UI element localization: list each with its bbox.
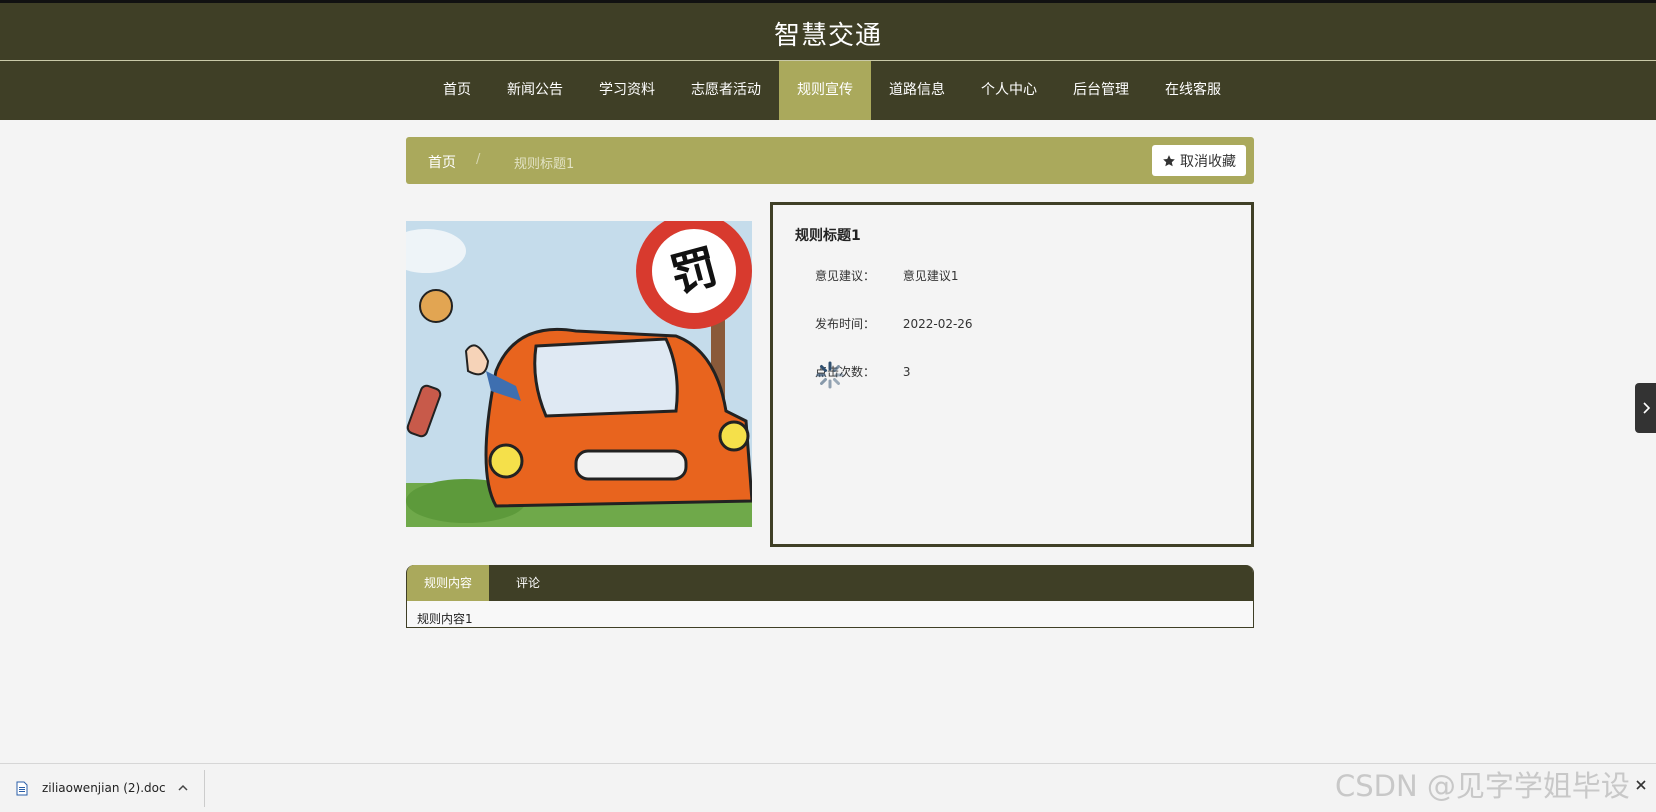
nav-item-news[interactable]: 新闻公告	[489, 61, 581, 120]
nav-item-study-materials[interactable]: 学习资料	[581, 61, 673, 120]
detail-info-panel: 规则标题1 意见建议： 意见建议1 发布时间： 2022-02-26 点击次数：…	[770, 202, 1254, 547]
nav-item-admin[interactable]: 后台管理	[1055, 61, 1147, 120]
content-tabs: 规则内容 评论 规则内容1	[406, 565, 1254, 628]
traffic-fine-cartoon: 罚	[406, 221, 752, 527]
loading-spinner-icon	[816, 361, 844, 389]
info-value: 2022-02-26	[902, 317, 973, 331]
star-icon	[1163, 154, 1175, 166]
breadcrumb-home-link[interactable]: 首页	[428, 152, 456, 172]
main-navbar: 首页 新闻公告 学习资料 志愿者活动 规则宣传 道路信息 个人中心 后台管理 在…	[0, 61, 1656, 120]
site-header: 智慧交通	[0, 0, 1656, 60]
info-row-publish-time: 发布时间： 2022-02-26	[815, 315, 973, 332]
doc-file-icon	[16, 781, 28, 796]
side-panel-toggle[interactable]	[1635, 383, 1656, 433]
tab-content-text: 规则内容1	[417, 612, 473, 626]
info-label: 意见建议：	[815, 269, 876, 283]
tab-comments[interactable]: 评论	[489, 565, 567, 601]
rule-illustration: 罚	[406, 221, 752, 527]
nav-item-home[interactable]: 首页	[425, 61, 489, 120]
nav-list: 首页 新闻公告 学习资料 志愿者活动 规则宣传 道路信息 个人中心 后台管理 在…	[425, 61, 1239, 120]
detail-title: 规则标题1	[795, 228, 861, 244]
breadcrumb-current: 规则标题1	[514, 157, 575, 172]
nav-item-road-info[interactable]: 道路信息	[871, 61, 963, 120]
watermark: CSDN @见字学姐毕设	[1335, 769, 1630, 803]
download-file-name[interactable]: ziliaowenjian (2).doc	[42, 781, 166, 795]
info-value: 3	[902, 365, 911, 379]
tab-header: 规则内容 评论	[407, 565, 1253, 601]
breadcrumb-separator: /	[476, 152, 481, 167]
nav-item-online-service[interactable]: 在线客服	[1147, 61, 1239, 120]
site-title: 智慧交通	[773, 21, 882, 51]
tab-rule-content[interactable]: 规则内容	[407, 565, 489, 601]
unfavorite-button-label: 取消收藏	[1180, 153, 1236, 170]
nav-item-rules[interactable]: 规则宣传	[779, 61, 871, 120]
download-divider	[204, 770, 205, 807]
info-label: 发布时间：	[815, 317, 876, 331]
unfavorite-button[interactable]: 取消收藏	[1152, 145, 1246, 176]
nav-item-volunteer-activities[interactable]: 志愿者活动	[673, 61, 779, 120]
chevron-up-icon[interactable]	[177, 783, 189, 793]
nav-item-personal-center[interactable]: 个人中心	[963, 61, 1055, 120]
chevron-right-icon	[1642, 402, 1650, 414]
breadcrumb: 首页 / 规则标题1 取消收藏	[406, 137, 1254, 184]
info-row-suggestion: 意见建议： 意见建议1	[815, 267, 958, 284]
close-icon[interactable]	[1634, 778, 1648, 792]
info-value: 意见建议1	[902, 269, 959, 283]
